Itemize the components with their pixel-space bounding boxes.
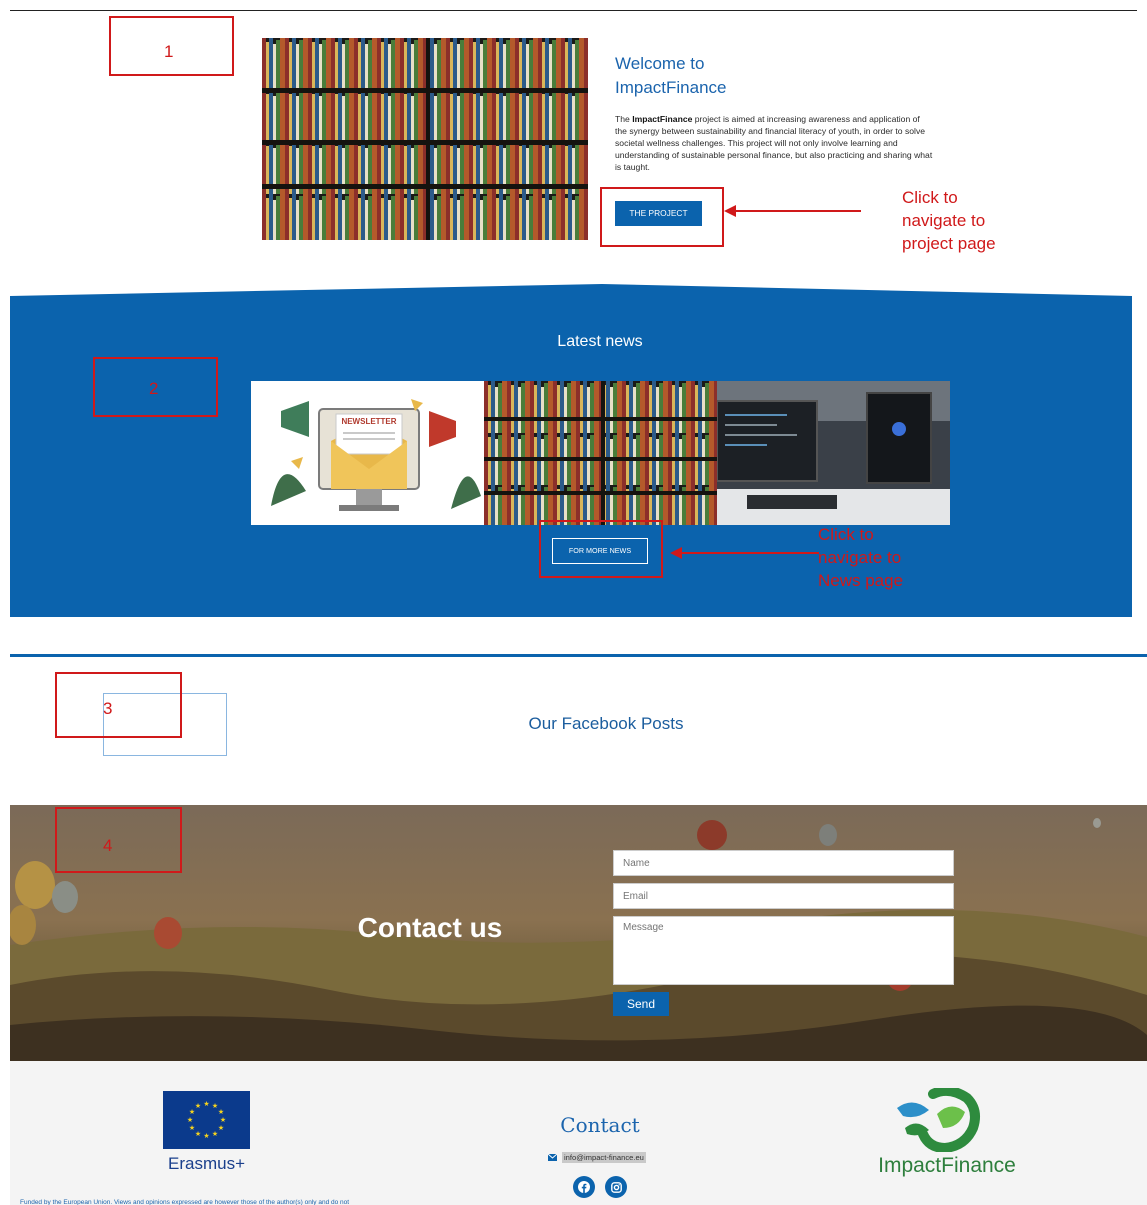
- eu-flag-icon: ★ ★ ★ ★ ★ ★ ★ ★ ★ ★ ★ ★: [163, 1091, 250, 1149]
- annotation-arrow-project: [724, 205, 861, 217]
- footer-email-row: info@impact-finance.eu: [548, 1150, 646, 1164]
- svg-text:★: ★: [203, 1132, 209, 1140]
- svg-text:★: ★: [218, 1108, 224, 1116]
- bookshelf-image: [262, 38, 588, 240]
- latest-news-title: Latest news: [557, 333, 643, 350]
- annotation-news-note: Click to navigate to News page: [818, 525, 904, 590]
- annotation-project-note: Click to navigate to project page: [902, 188, 996, 253]
- annotation-box-4: [55, 807, 182, 873]
- name-field[interactable]: [613, 850, 954, 876]
- annotation-number-2: 2: [149, 379, 159, 398]
- news-image-bookshelf[interactable]: [484, 381, 717, 525]
- facebook-section-divider: [10, 654, 1147, 657]
- erasmus-plus-label: Erasmus+: [168, 1154, 245, 1173]
- annotation-box-project-button: [600, 187, 724, 247]
- annotation-number-4: 4: [103, 836, 113, 855]
- annotation-number-1: 1: [164, 42, 174, 61]
- svg-text:★: ★: [195, 1102, 201, 1110]
- svg-text:★: ★: [203, 1100, 209, 1108]
- welcome-title: Welcome to ImpactFinance: [615, 54, 727, 97]
- funding-disclaimer: Funded by the European Union. Views and …: [20, 1199, 350, 1205]
- svg-text:★: ★: [187, 1116, 193, 1124]
- svg-text:★: ★: [195, 1130, 201, 1138]
- contact-us-title: Contact us: [357, 912, 503, 943]
- news-image-newsletter[interactable]: NEWSLETTER: [251, 381, 484, 525]
- impactfinance-logo-icon: [893, 1085, 983, 1154]
- message-field[interactable]: [613, 916, 954, 985]
- top-divider: [10, 10, 1137, 11]
- impactfinance-brand-name: ImpactFinance: [878, 1154, 1016, 1177]
- svg-text:★: ★: [189, 1124, 195, 1132]
- svg-text:★: ★: [220, 1116, 226, 1124]
- welcome-description: The ImpactFinance project is aimed at in…: [615, 114, 933, 172]
- footer-contact-heading: Contact: [560, 1113, 640, 1137]
- footer-email-link[interactable]: info@impact-finance.eu: [562, 1151, 646, 1163]
- email-field[interactable]: [613, 883, 954, 909]
- annotation-number-3: 3: [103, 699, 113, 718]
- instagram-icon[interactable]: [605, 1176, 627, 1198]
- send-button[interactable]: Send: [613, 992, 669, 1016]
- svg-text:★: ★: [218, 1124, 224, 1132]
- news-image-computers[interactable]: [717, 381, 950, 525]
- facebook-posts-title: Our Facebook Posts: [528, 714, 684, 733]
- svg-text:★: ★: [212, 1130, 218, 1138]
- envelope-icon: [548, 1153, 557, 1161]
- facebook-icon[interactable]: [573, 1176, 595, 1198]
- annotation-box-news-button: [539, 520, 663, 578]
- newsletter-label: NEWSLETTER: [341, 417, 396, 426]
- annotation-arrow-news: [670, 547, 819, 559]
- annotation-box-3: [55, 672, 182, 738]
